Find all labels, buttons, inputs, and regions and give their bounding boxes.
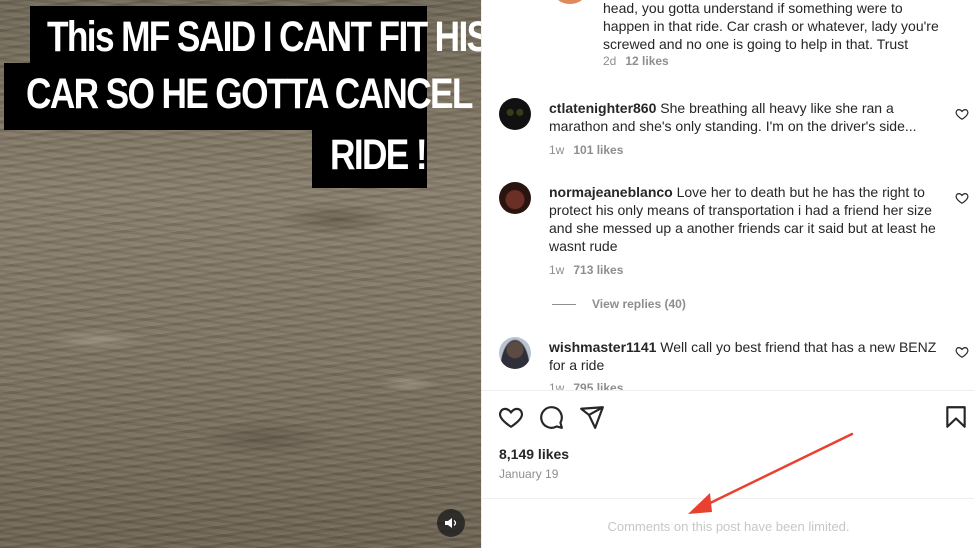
comment-username[interactable]: wishmaster1141 [549, 339, 656, 355]
caption-line-1: This MF SAID I CANT FIT HIS [30, 6, 481, 70]
video-caption: This MF SAID I CANT FIT HIS CAR SO HE GO… [0, 0, 481, 200]
comment-text: wishmaster1141 Well call yo best friend … [549, 339, 937, 373]
avatar[interactable] [499, 98, 531, 130]
comment-meta: 2d 12 likes [603, 54, 669, 68]
divider [482, 498, 974, 499]
like-heart-icon[interactable] [955, 345, 969, 359]
save-bookmark-icon[interactable] [943, 404, 969, 430]
caption-line-2: CAR SO HE GOTTA CANCEL MY [4, 63, 481, 130]
comments-limited-notice: Comments on this post have been limited. [607, 519, 850, 534]
comment-list[interactable]: head, you gotta understand if something … [482, 0, 974, 390]
like-heart-icon[interactable] [955, 107, 969, 121]
comment-likes[interactable]: 101 likes [573, 143, 623, 157]
view-replies-button[interactable]: View replies (40) [552, 297, 686, 311]
comment-meta: 1w 713 likes [549, 263, 624, 277]
post-panel: head, you gotta understand if something … [481, 0, 974, 548]
share-icon[interactable] [579, 404, 605, 430]
avatar[interactable] [499, 337, 531, 369]
comment-username[interactable]: normajeaneblanco [549, 184, 673, 200]
comment-likes[interactable]: 713 likes [573, 263, 623, 277]
comment-likes[interactable]: 795 likes [573, 381, 623, 390]
comment-likes[interactable]: 12 likes [625, 54, 668, 68]
caption-line-3: RIDE ! [312, 124, 428, 188]
comment-icon[interactable] [538, 404, 564, 430]
replies-line [552, 304, 576, 306]
comment-text: ctlatenighter860 She breathing all heavy… [549, 100, 917, 134]
comment-meta: 1w 795 likes [549, 381, 623, 390]
mute-button[interactable] [437, 509, 465, 537]
avatar[interactable] [499, 182, 531, 214]
avatar[interactable] [554, 0, 586, 4]
speaker-icon [445, 518, 457, 528]
post-likes-count[interactable]: 8,149 likes [499, 446, 569, 462]
comment-text: normajeaneblanco Love her to death but h… [549, 184, 936, 254]
reel-video[interactable]: This MF SAID I CANT FIT HIS CAR SO HE GO… [0, 0, 481, 548]
comment-text: head, you gotta understand if something … [603, 0, 939, 52]
comment-username[interactable]: ctlatenighter860 [549, 100, 656, 116]
like-heart-icon[interactable] [498, 404, 524, 430]
like-heart-icon[interactable] [955, 191, 969, 205]
comment-meta: 1w 101 likes [549, 143, 624, 157]
action-bar [482, 390, 974, 450]
post-date[interactable]: January 19 [499, 467, 558, 481]
